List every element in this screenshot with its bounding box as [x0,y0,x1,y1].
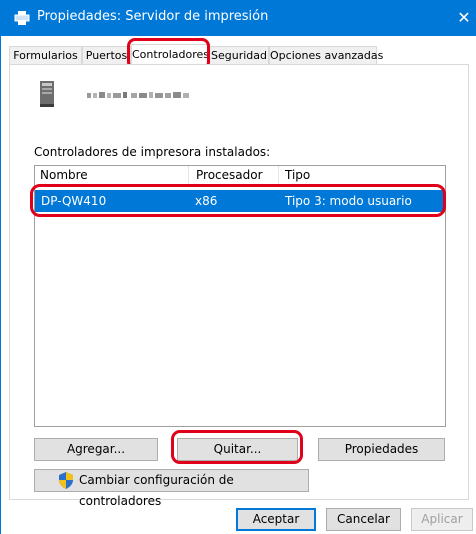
column-divider [278,166,279,184]
change-driver-settings-button[interactable]: Cambiar configuración de controladores [34,469,309,508]
tab-seguridad[interactable]: Seguridad [209,46,269,64]
column-header-procesador[interactable]: Procesador [196,166,263,184]
remove-highlight-annotation [171,430,303,464]
properties-button[interactable]: Propiedades [318,438,445,461]
close-icon[interactable]: ✕ [451,4,476,32]
print-server-properties-window: Propiedades: Servidor de impresión ✕ For… [0,0,476,534]
column-header-nombre[interactable]: Nombre [40,166,88,184]
add-button[interactable]: Agregar... [34,438,158,461]
title-bar: Propiedades: Servidor de impresión ✕ [1,0,476,36]
cancel-button[interactable]: Cancelar [326,508,401,531]
column-divider [188,166,189,184]
row-highlight-annotation [30,184,446,217]
accept-button[interactable]: Aceptar [236,508,316,531]
server-icon [40,81,54,107]
tab-opciones-avanzadas[interactable]: Opciones avanzadas [269,46,383,64]
installed-drivers-label: Controladores de impresora instalados: [34,145,271,159]
tab-formularios[interactable]: Formularios [9,46,82,64]
apply-button[interactable]: Aplicar [411,508,473,531]
window-title: Propiedades: Servidor de impresión [37,9,269,24]
printer-icon [14,11,30,25]
column-header-tipo[interactable]: Tipo [285,166,310,184]
uac-shield-icon [59,472,73,489]
tab-puertos[interactable]: Puertos [82,46,131,64]
tab-strip: Formularios Puertos Controladores Seguri… [9,44,469,65]
server-name-redacted [87,92,189,98]
